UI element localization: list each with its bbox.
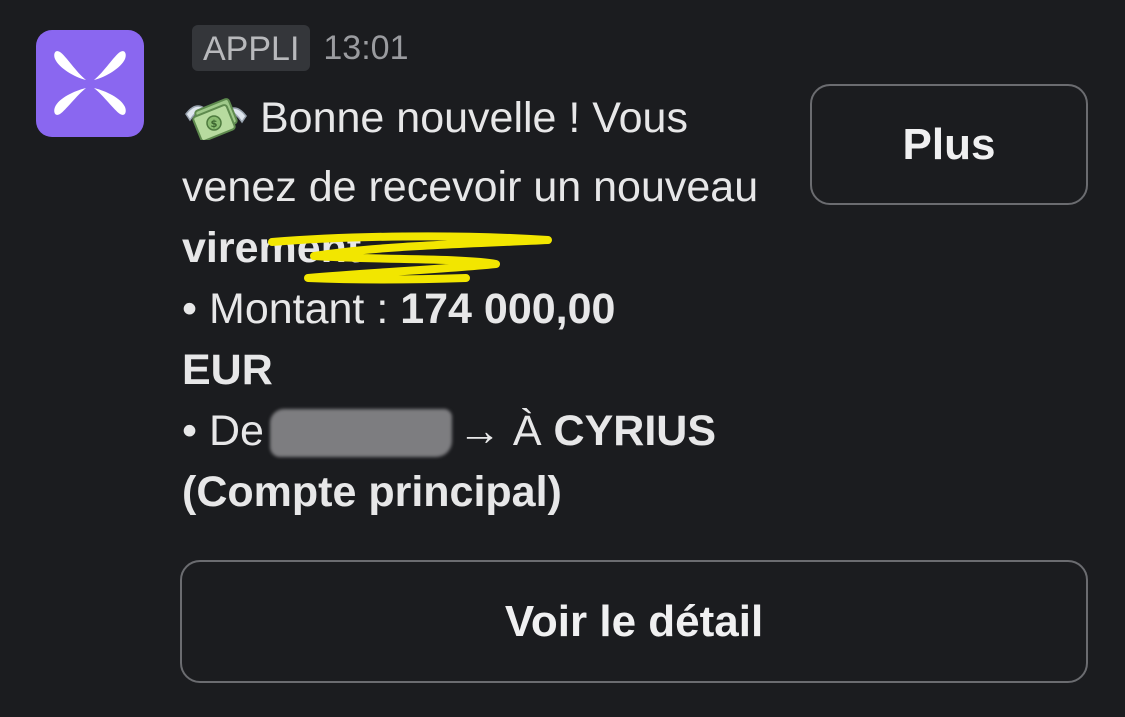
view-detail-button[interactable]: Voir le détail [180,560,1088,683]
recipient-name: CYRIUS [553,407,717,455]
redacted-sender [269,409,452,457]
notification-meta: APPLI 13:01 [192,24,408,72]
message-keyword: virement [182,224,362,272]
more-button[interactable]: Plus [810,84,1088,205]
message-intro-end: . [361,224,374,272]
amount-value: 174 000,00 [400,285,616,333]
money-with-wings-icon: $ [182,94,250,157]
app-badge: APPLI [192,25,311,71]
svg-text:$: $ [211,119,218,130]
to-arrow: → À [457,407,554,455]
timestamp: 13:01 [323,29,409,67]
amount-prefix: • Montant : [182,285,401,333]
message-intro: Bonne nouvelle ! Vous venez de recevoir … [182,94,759,211]
amount-currency: EUR [182,346,273,394]
notification-message: $ Bonne nouvelle ! Vous venez de recevoi… [182,88,802,523]
butterfly-logo-icon [54,51,126,115]
from-prefix: • De [182,407,264,455]
app-icon[interactable] [36,30,144,137]
recipient-account: (Compte principal) [182,468,562,516]
